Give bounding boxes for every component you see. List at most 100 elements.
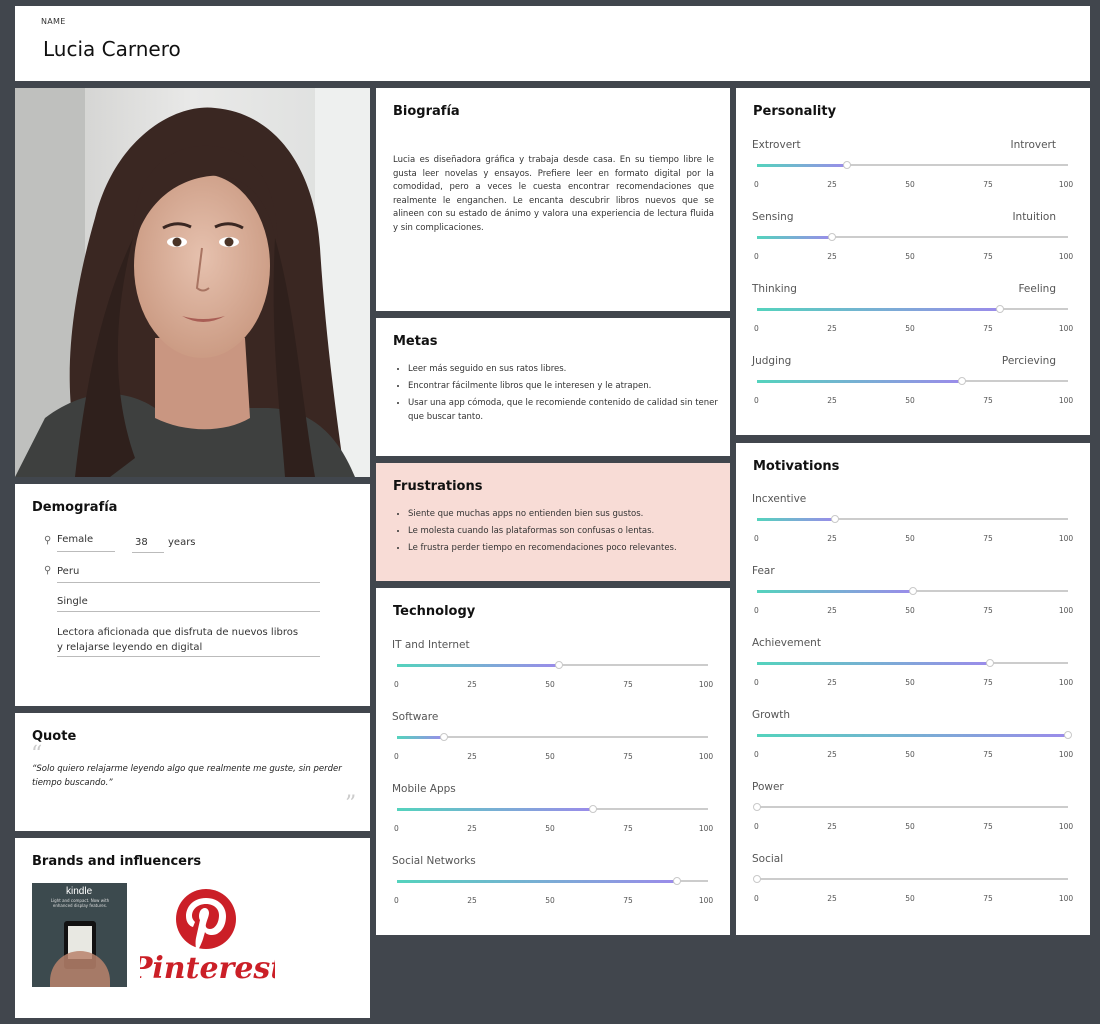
scale-tick-label: 100	[1058, 324, 1074, 333]
list-item: Leer más seguido en sus ratos libres.	[408, 363, 718, 377]
slider-incxentive[interactable]: Incxentive 0 25 50 75 100	[752, 493, 1074, 561]
slider-social[interactable]: Social 0 25 50 75 100	[752, 853, 1074, 921]
slider-track[interactable]	[757, 160, 1068, 169]
scale-tick-label: 100	[698, 896, 714, 905]
scale-tick-label: 50	[905, 606, 915, 615]
scale-tick-label: 25	[827, 252, 837, 261]
slider-fear[interactable]: Fear 0 25 50 75 100	[752, 565, 1074, 633]
slider-track[interactable]	[753, 874, 1068, 883]
slider-scale: 0 25 50 75 100	[392, 896, 714, 906]
slider-thumb[interactable]	[588, 804, 597, 813]
kindle-tagline: Light and compact. Now with enhanced dis…	[50, 898, 110, 908]
scale-tick-label: 75	[983, 606, 993, 615]
slider-thumb[interactable]	[827, 232, 836, 241]
scale-tick-label: 50	[905, 252, 915, 261]
slider-extrovert[interactable]: Extrovert Introvert 0 25 50 75 100	[752, 139, 1074, 207]
scale-tick-label: 0	[394, 752, 399, 761]
slider-track[interactable]	[757, 658, 1068, 667]
search-icon: ⚲	[44, 535, 52, 546]
scale-tick-label: 25	[827, 678, 837, 687]
slider-thumb[interactable]	[830, 514, 839, 523]
slider-track[interactable]	[397, 732, 708, 741]
slider-scale: 0 25 50 75 100	[752, 534, 1074, 544]
name-header: NAME Lucia Carnero	[15, 6, 1090, 81]
slider-thinking[interactable]: Thinking Feeling 0 25 50 75 100	[752, 283, 1074, 351]
slider-power[interactable]: Power 0 25 50 75 100	[752, 781, 1074, 849]
slider-judging[interactable]: Judging Percieving 0 25 50 75 100	[752, 355, 1074, 423]
slider-social-networks[interactable]: Social Networks 0 25 50 75 100	[392, 855, 714, 923]
list-item: Le frustra perder tiempo en recomendacio…	[408, 542, 718, 556]
scale-tick-label: 0	[754, 822, 759, 831]
gender-field[interactable]: Female	[57, 534, 93, 545]
slider-track[interactable]	[397, 876, 708, 885]
slider-fill	[757, 379, 963, 383]
slider-track[interactable]	[757, 514, 1068, 523]
biography-title: Biografía	[393, 104, 460, 119]
scale-tick-label: 0	[754, 324, 759, 333]
age-unit: years	[168, 537, 196, 548]
hands	[50, 951, 110, 987]
slider-thumb[interactable]	[986, 658, 995, 667]
description-field[interactable]: Lectora aficionada que disfruta de nuevo…	[57, 625, 307, 655]
scale-tick-label: 25	[827, 324, 837, 333]
slider-track[interactable]	[757, 304, 1068, 313]
slider-left-label: Judging	[752, 355, 792, 367]
slider-thumb[interactable]	[753, 874, 761, 883]
status-field[interactable]: Single	[57, 596, 88, 607]
scale-tick-label: 75	[983, 396, 993, 405]
slider-thumb[interactable]	[1064, 730, 1072, 739]
slider-scale: 0 25 50 75 100	[392, 752, 714, 762]
pinterest-logo: Pinterest	[129, 886, 284, 986]
slider-achievement[interactable]: Achievement 0 25 50 75 100	[752, 637, 1074, 705]
scale-tick-label: 75	[623, 680, 633, 689]
slider-thumb[interactable]	[672, 876, 681, 885]
scale-tick-label: 50	[905, 750, 915, 759]
scale-tick-label: 50	[905, 180, 915, 189]
slider-track[interactable]	[397, 804, 708, 813]
slider-it-and-internet[interactable]: IT and Internet 0 25 50 75 100	[392, 639, 714, 707]
slider-fill	[757, 517, 835, 521]
location-field[interactable]: Peru	[57, 566, 79, 577]
demographics-card: Demografía ⚲ Female 38 years ⚲ Peru Sing…	[15, 484, 370, 706]
slider-thumb[interactable]	[958, 376, 967, 385]
slider-track[interactable]	[397, 660, 708, 669]
slider-thumb[interactable]	[439, 732, 448, 741]
slider-growth[interactable]: Growth 0 25 50 75 100	[752, 709, 1074, 777]
scale-tick-label: 0	[394, 896, 399, 905]
scale-tick-label: 100	[698, 824, 714, 833]
slider-track[interactable]	[757, 376, 1068, 385]
technology-title: Technology	[393, 604, 476, 619]
goals-title: Metas	[393, 334, 438, 349]
slider-left-label: IT and Internet	[392, 639, 470, 651]
scale-tick-label: 75	[623, 896, 633, 905]
slider-scale: 0 25 50 75 100	[752, 894, 1074, 904]
scale-tick-label: 75	[983, 324, 993, 333]
age-field[interactable]: 38	[135, 537, 148, 548]
slider-thumb[interactable]	[843, 160, 852, 169]
slider-mobile-apps[interactable]: Mobile Apps 0 25 50 75 100	[392, 783, 714, 851]
slider-left-label: Thinking	[752, 283, 797, 295]
slider-thumb[interactable]	[995, 304, 1004, 313]
slider-fill	[757, 661, 991, 665]
scale-tick-label: 75	[983, 750, 993, 759]
slider-track[interactable]	[753, 802, 1068, 811]
scale-tick-label: 50	[905, 822, 915, 831]
scale-tick-label: 50	[545, 896, 555, 905]
slider-track[interactable]	[757, 730, 1072, 739]
slider-sensing[interactable]: Sensing Intuition 0 25 50 75 100	[752, 211, 1074, 279]
status-underline	[57, 611, 320, 612]
slider-scale: 0 25 50 75 100	[752, 396, 1074, 406]
scale-tick-label: 75	[983, 822, 993, 831]
slider-software[interactable]: Software 0 25 50 75 100	[392, 711, 714, 779]
slider-thumb[interactable]	[753, 802, 761, 811]
slider-thumb[interactable]	[554, 660, 563, 669]
slider-track[interactable]	[757, 232, 1068, 241]
slider-track[interactable]	[757, 586, 1068, 595]
scale-tick-label: 25	[827, 180, 837, 189]
slider-scale: 0 25 50 75 100	[752, 252, 1074, 262]
slider-thumb[interactable]	[908, 586, 917, 595]
biography-card: Biografía Lucia es diseñadora gráfica y …	[376, 88, 730, 311]
slider-left-label: Achievement	[752, 637, 821, 649]
list-item: Usar una app cómoda, que le recomiende c…	[408, 397, 718, 424]
biography-text: Lucia es diseñadora gráfica y trabaja de…	[393, 155, 714, 233]
